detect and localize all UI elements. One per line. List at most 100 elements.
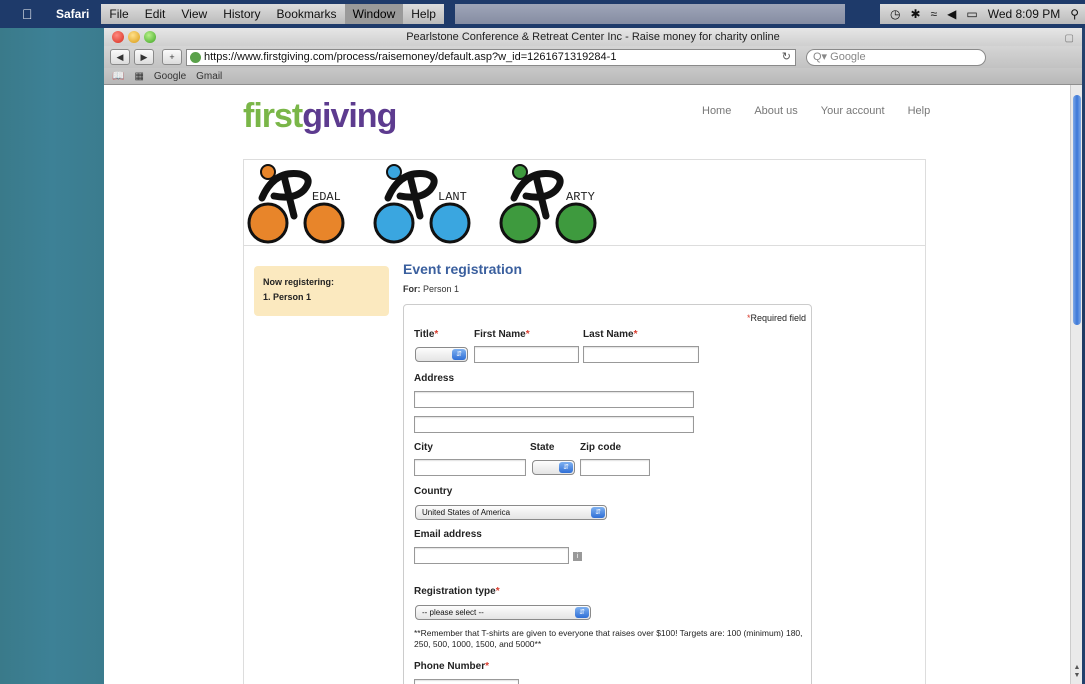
first-name-label: First Name* [474,329,530,340]
city-field[interactable] [414,459,526,476]
select-arrows-icon: ⇵ [575,607,589,618]
zip-label: Zip code [580,442,622,453]
menu-bar:  Safari File Edit View History Bookmark… [0,0,1085,28]
select-arrows-icon: ⇵ [591,507,605,518]
required-note: *Required field [746,313,806,323]
registration-form: *Required field Title* First Name* Last … [403,304,812,684]
zoom-button[interactable] [144,31,156,43]
first-name-field[interactable] [474,346,579,363]
spotlight-icon[interactable]: ⚲ [1070,7,1079,21]
for-line: For: Person 1 [403,284,459,294]
for-value: Person 1 [423,284,460,294]
bookmark-google[interactable]: Google [154,71,186,82]
banner-word-arty: ARTY [566,190,595,204]
add-bookmark-button[interactable]: + [162,49,182,65]
apple-icon[interactable]:  [22,6,42,22]
bookmark-gmail[interactable]: Gmail [196,71,222,82]
nav-help[interactable]: Help [908,105,931,117]
zip-field[interactable] [580,459,650,476]
menu-history[interactable]: History [215,4,269,24]
url-text: https://www.firstgiving.com/process/rais… [204,50,617,63]
banner-word-edal: EDAL [312,190,341,204]
menu-edit[interactable]: Edit [136,4,174,24]
bookmarks-book-icon[interactable]: 📖 [112,71,124,82]
page-content: firstgiving Home About us Your account H… [104,85,1070,684]
menu-view[interactable]: View [173,4,216,24]
reload-icon[interactable]: ↻ [782,50,791,65]
top-nav: Home About us Your account Help [702,105,930,117]
time-machine-icon[interactable]: ◷ [890,7,900,21]
menu-window[interactable]: Window [344,4,404,24]
last-name-label: Last Name* [583,329,638,340]
registration-type-label: Registration type* [414,586,500,597]
page-title: Event registration [403,261,523,277]
required-note-text: Required field [750,313,806,323]
battery-icon[interactable]: ▭ [966,7,977,21]
address-label: Address [414,373,455,384]
title-bar: Pearlstone Conference & Retreat Center I… [104,28,1082,46]
registering-person[interactable]: 1. Person 1 [263,290,380,305]
registration-type-value: -- please select -- [422,608,484,617]
select-arrows-icon: ⇵ [452,349,466,360]
menu-bar-strip [455,4,845,24]
window-controls [112,31,156,43]
scroll-arrows-icon[interactable]: ▲ ▼ [1072,664,1082,680]
city-label: City [414,442,433,453]
search-field[interactable]: Q▾ Google [806,48,986,66]
info-icon[interactable]: i [573,552,582,561]
phone-label: Phone Number* [414,661,490,672]
logo-first: first [243,97,303,135]
search-icon: Q▾ [813,50,828,63]
country-value: United States of America [422,508,511,517]
app-name[interactable]: Safari [56,7,89,21]
registering-heading: Now registering: [263,277,335,287]
browser-window: Pearlstone Conference & Retreat Center I… [104,28,1082,684]
title-label: Title* [414,329,439,340]
email-label: Email address [414,529,482,540]
volume-icon[interactable]: ◀ [947,7,956,21]
search-placeholder: Google [830,50,866,63]
registration-type-select[interactable]: -- please select -- ⇵ [415,605,591,620]
registering-box: Now registering: 1. Person 1 [254,266,389,316]
phone-field[interactable] [414,679,519,684]
menu-items: File Edit View History Bookmarks Window … [101,4,444,24]
status-area: ◷ ✱ ≈ ◀ ▭ Wed 8:09 PM ⚲ [880,4,1085,24]
lock-icon: ▢ [1064,33,1074,44]
firstgiving-logo[interactable]: firstgiving [243,97,397,136]
title-select[interactable]: ⇵ [415,347,468,362]
menu-bookmarks[interactable]: Bookmarks [268,4,345,24]
menu-help[interactable]: Help [403,4,444,24]
scrollbar-thumb[interactable] [1073,95,1081,325]
wifi-icon[interactable]: ≈ [931,7,938,21]
menu-file[interactable]: File [101,4,137,24]
address-bar[interactable]: https://www.firstgiving.com/process/rais… [186,48,796,66]
nav-home[interactable]: Home [702,105,731,117]
address-line2-field[interactable] [414,416,694,433]
logo-giving: giving [302,97,397,135]
address-line1-field[interactable] [414,391,694,408]
vertical-scrollbar[interactable]: ▲ ▼ [1070,85,1082,684]
bookmarks-bar: 📖 ▦ Google Gmail [104,68,1082,85]
close-button[interactable] [112,31,124,43]
back-button[interactable]: ◀ [110,49,130,65]
state-select[interactable]: ⇵ [532,460,575,475]
first-name-label-text: First Name [474,329,526,340]
forward-button[interactable]: ▶ [134,49,154,65]
minimize-button[interactable] [128,31,140,43]
country-select[interactable]: United States of America ⇵ [415,505,607,520]
last-name-field[interactable] [583,346,699,363]
country-label: Country [414,486,453,497]
email-field[interactable] [414,547,569,564]
window-title: Pearlstone Conference & Retreat Center I… [406,31,780,43]
select-arrows-icon: ⇵ [559,462,573,473]
menu-clock[interactable]: Wed 8:09 PM [988,7,1060,21]
nav-about-us[interactable]: About us [754,105,797,117]
phone-label-text: Phone Number [414,661,486,672]
banner-illustration: EDAL LANT ARTY [247,164,597,244]
bluetooth-icon[interactable]: ✱ [910,7,920,21]
for-label: For: [403,284,421,294]
top-sites-icon[interactable]: ▦ [134,71,143,82]
tshirt-note: **Remember that T-shirts are given to ev… [414,628,803,649]
state-label: State [530,442,555,453]
nav-your-account[interactable]: Your account [821,105,885,117]
